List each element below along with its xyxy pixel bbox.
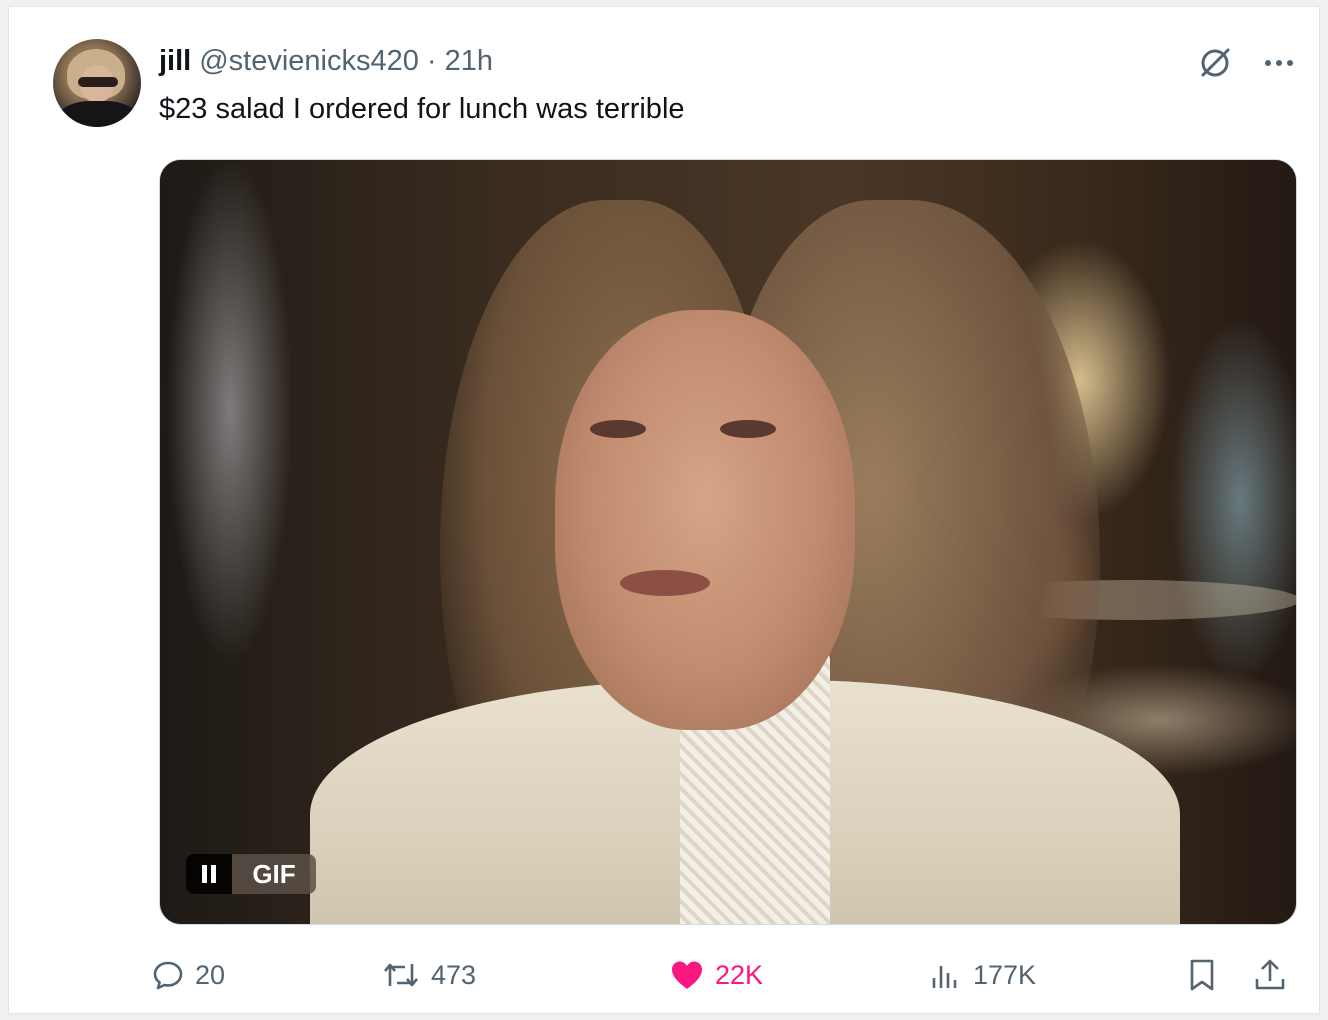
post-text: $23 salad I ordered for lunch was terrib… (159, 93, 685, 125)
avatar[interactable] (53, 39, 141, 127)
like-count: 22K (715, 959, 764, 990)
separator-dot: · (426, 44, 437, 77)
avatar-body (59, 101, 137, 127)
reply-button[interactable]: 20 (151, 953, 225, 997)
gif-mouth (620, 570, 710, 596)
views-icon (932, 966, 957, 988)
heart-icon (672, 961, 702, 989)
avatar-glasses (78, 77, 118, 87)
post-card[interactable]: jill @stevienicks420 · 21h $23 salad I o… (8, 6, 1320, 1014)
author-name[interactable]: jill (159, 45, 191, 78)
gif-badge[interactable]: GIF (186, 854, 316, 894)
post-header: jill @stevienicks420 · 21h (159, 41, 493, 81)
repost-count: 473 (431, 959, 477, 990)
more-options-icon[interactable] (1257, 43, 1301, 83)
gif-face (555, 310, 855, 730)
repost-icon (384, 963, 418, 987)
gif-eye-left (590, 420, 646, 438)
share-icon (1255, 959, 1285, 990)
repost-button[interactable]: 473 (381, 953, 476, 997)
reply-count: 20 (195, 959, 226, 990)
views-button[interactable]: 177K (929, 953, 1036, 997)
action-bar: 20 473 22K 177K (9, 953, 1321, 997)
post-time[interactable]: 21h (445, 45, 493, 78)
views-count: 177K (973, 959, 1037, 990)
gif-eye-right (720, 420, 776, 438)
bookmark-icon (1190, 959, 1214, 991)
like-button[interactable]: 22K (669, 953, 763, 997)
reply-icon (153, 961, 183, 990)
bookmark-button[interactable] (1185, 953, 1219, 997)
share-button[interactable] (1253, 953, 1287, 997)
gif-media[interactable]: GIF (159, 159, 1297, 925)
pause-icon[interactable] (186, 854, 232, 894)
gif-label: GIF (232, 854, 316, 894)
grok-icon[interactable] (1195, 43, 1235, 83)
author-handle[interactable]: @stevienicks420 (199, 45, 419, 78)
